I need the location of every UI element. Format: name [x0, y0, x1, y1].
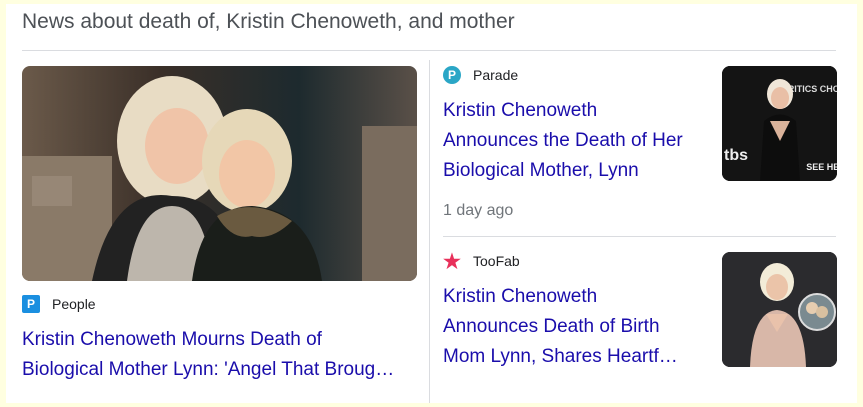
backdrop-text: SEE HER [806, 162, 837, 172]
headline-line: Kristin Chenoweth [443, 286, 598, 307]
source-parade: P Parade [443, 66, 518, 84]
headline-line: Biological Mother Lynn: 'Angel That Brou… [22, 359, 395, 380]
source-name: Parade [473, 67, 519, 83]
parade-logo-icon: P [443, 66, 461, 84]
headline-line: Kristin Chenoweth [443, 100, 598, 121]
section-heading: News about death of, Kristin Chenoweth, … [22, 10, 515, 33]
story-divider [443, 236, 836, 237]
photo-red-carpet: CRITICS CHOICE tbs SEE HER [722, 66, 837, 181]
headline-line: Announces the Death of Her [443, 130, 683, 151]
source-name: People [52, 296, 96, 312]
headline-line: Mom Lynn, Shares Heartf… [443, 346, 678, 367]
column-divider [429, 60, 430, 403]
people-logo-icon: P [22, 295, 40, 313]
headline-line: Announces Death of Birth [443, 316, 660, 337]
story-thumbnail-parade[interactable]: CRITICS CHOICE tbs SEE HER [722, 66, 837, 181]
news-card: News about death of, Kristin Chenoweth, … [6, 4, 857, 403]
photo-red-carpet [722, 252, 837, 367]
headline-line: Biological Mother, Lynn [443, 160, 639, 181]
story-thumbnail-toofab[interactable] [722, 252, 837, 367]
star-icon: ★ [443, 250, 461, 273]
source-people: P People [22, 295, 96, 313]
headline-line: Kristin Chenoweth Mourns Death of [22, 329, 322, 350]
story-headline-people[interactable]: Kristin Chenoweth Mourns Death of Biolog… [22, 325, 422, 385]
story-timestamp: 1 day ago [443, 202, 514, 219]
source-name: TooFab [473, 253, 520, 269]
backdrop-logo: tbs [724, 147, 748, 164]
divider [22, 50, 836, 51]
photo-two-women [22, 66, 417, 281]
story-headline-toofab[interactable]: Kristin Chenoweth Announces Death of Bir… [443, 282, 708, 372]
story-thumbnail-people[interactable] [22, 66, 417, 281]
source-toofab: ★ TooFab [443, 250, 520, 273]
story-headline-parade[interactable]: Kristin Chenoweth Announces the Death of… [443, 96, 708, 186]
